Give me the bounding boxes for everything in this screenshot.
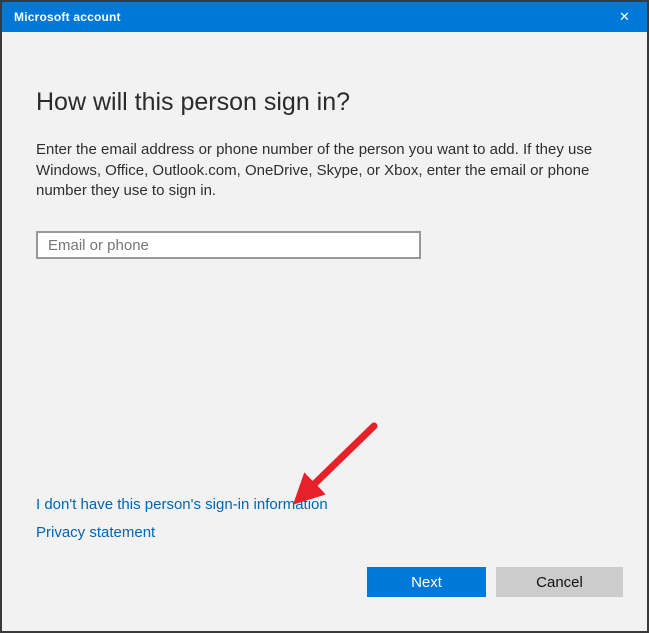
privacy-statement-link[interactable]: Privacy statement (36, 524, 155, 541)
page-title: How will this person sign in? (36, 88, 351, 116)
next-button[interactable]: Next (367, 567, 486, 597)
close-button[interactable]: ✕ (602, 2, 647, 32)
microsoft-account-dialog: Microsoft account ✕ How will this person… (0, 0, 649, 633)
dialog-content: How will this person sign in? Enter the … (2, 32, 647, 631)
no-signin-info-link[interactable]: I don't have this person's sign-in infor… (36, 496, 328, 513)
titlebar: Microsoft account ✕ (2, 2, 647, 32)
window-title: Microsoft account (14, 10, 121, 24)
description-text: Enter the email address or phone number … (36, 141, 593, 199)
email-or-phone-input[interactable] (36, 231, 421, 259)
cancel-button[interactable]: Cancel (496, 567, 623, 597)
close-icon: ✕ (619, 9, 630, 24)
